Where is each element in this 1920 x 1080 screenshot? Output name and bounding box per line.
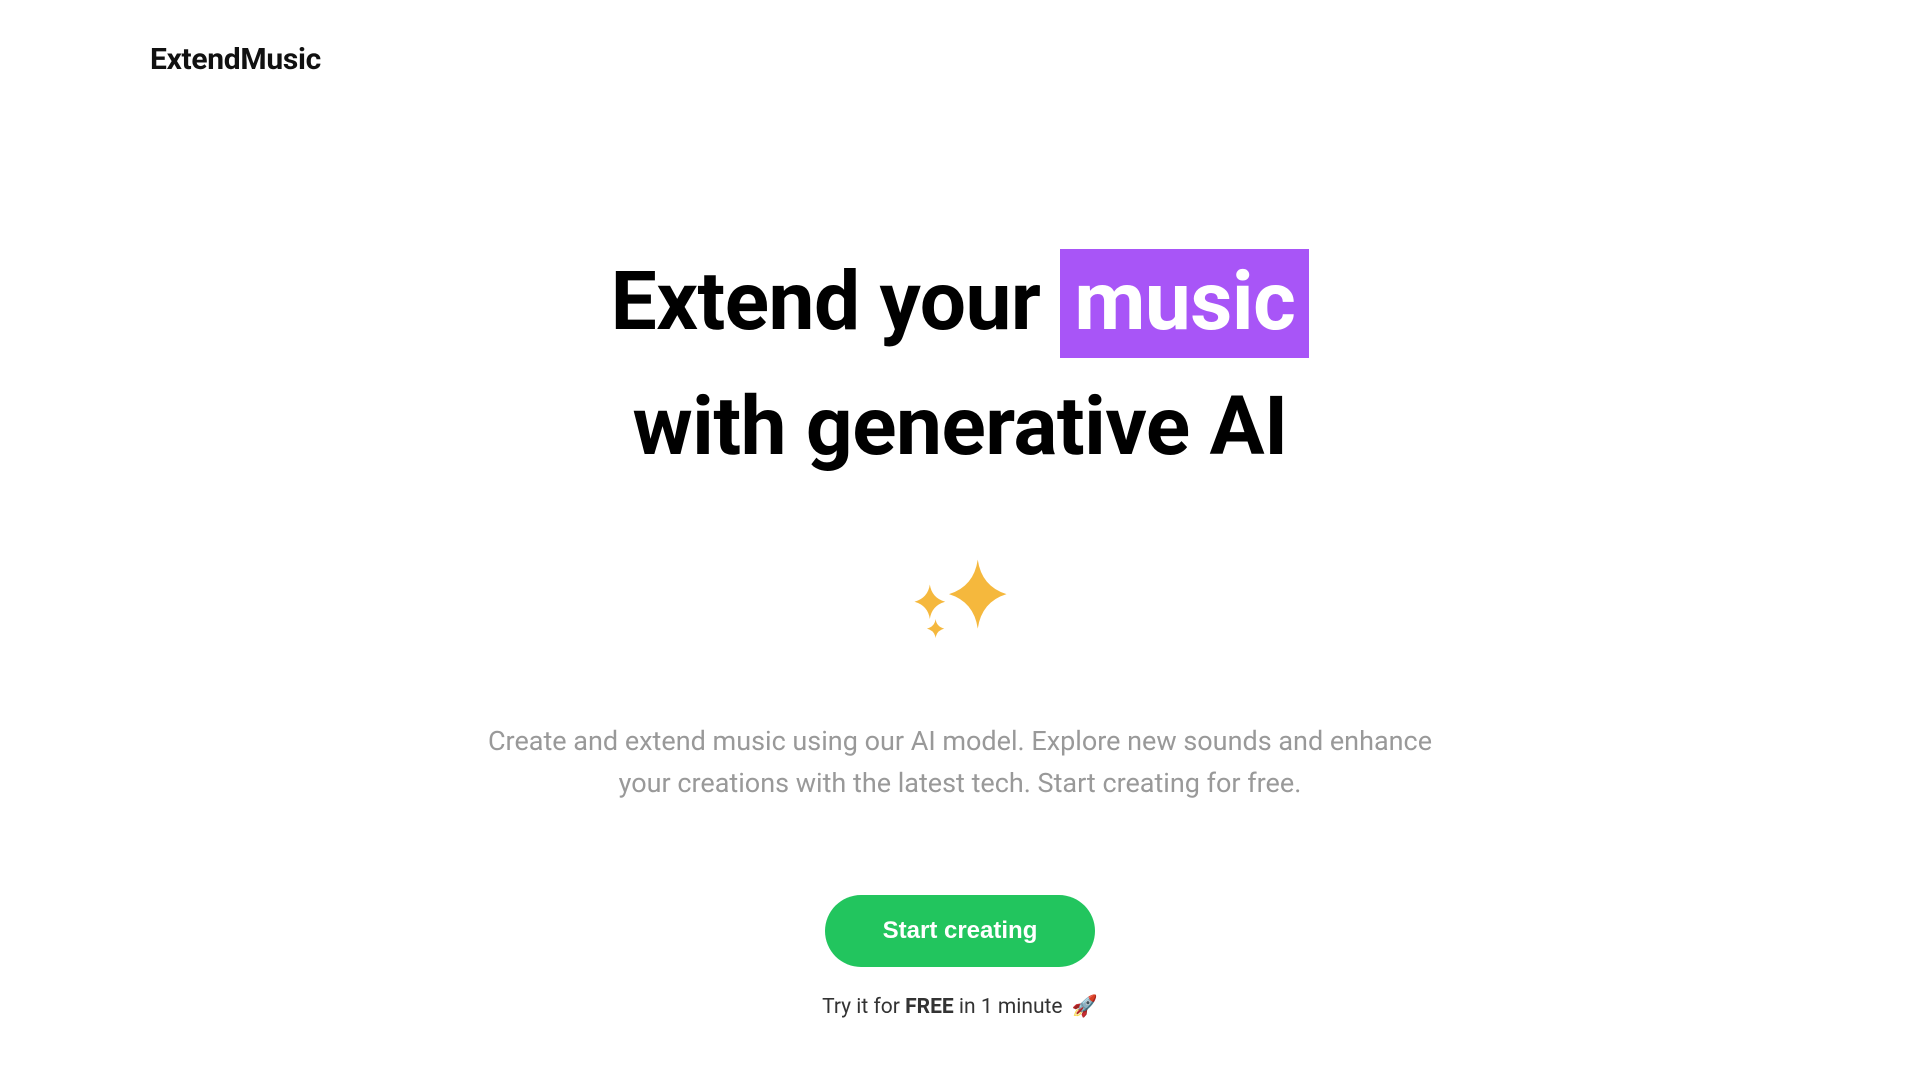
hero-headline: Extend your music with generative AI — [0, 240, 1920, 491]
tagline-pre: Try it for — [822, 995, 905, 1019]
headline-line-1: Extend your music — [0, 240, 1920, 365]
headline-pre: Extend your — [611, 254, 1061, 350]
hero-section: Extend your music with generative AI Cre… — [0, 240, 1920, 1019]
hero-description: Create and extend music using our AI mod… — [470, 721, 1450, 805]
rocket-icon: 🚀 — [1072, 995, 1098, 1019]
sparkles-icon — [903, 546, 1018, 646]
brand-logo[interactable]: ExtendMusic — [150, 42, 321, 77]
start-creating-button[interactable]: Start creating — [825, 895, 1096, 967]
tagline-post: in 1 minute — [954, 995, 1068, 1019]
headline-highlight: music — [1060, 249, 1309, 358]
headline-line-2: with generative AI — [0, 365, 1920, 490]
header: ExtendMusic — [150, 42, 321, 77]
hero-tagline: Try it for FREE in 1 minute 🚀 — [0, 995, 1920, 1019]
sparkle-container — [0, 546, 1920, 646]
tagline-bold: FREE — [905, 995, 954, 1019]
